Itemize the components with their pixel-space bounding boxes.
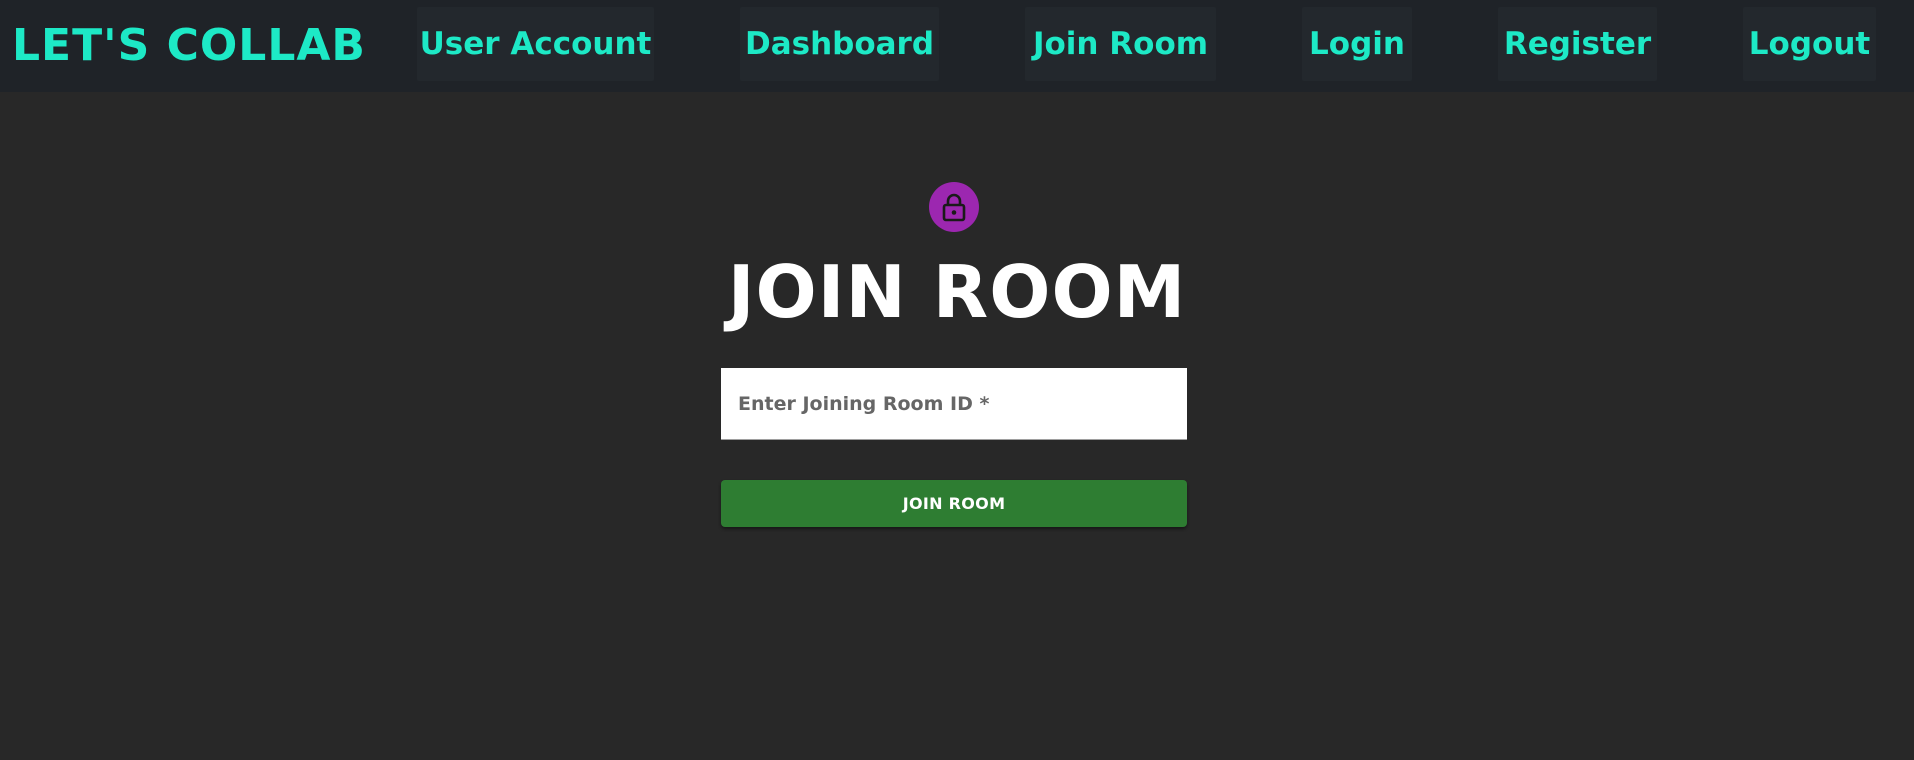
nav-item-user-account[interactable]: User Account	[417, 7, 654, 81]
nav-item-dashboard[interactable]: Dashboard	[740, 7, 939, 81]
lock-avatar	[929, 182, 979, 232]
lock-icon	[942, 193, 966, 222]
navbar: LET'S COLLAB User Account Dashboard Join…	[0, 0, 1914, 92]
join-room-button[interactable]: JOIN ROOM	[721, 480, 1187, 527]
nav-item-join-room[interactable]: Join Room	[1025, 7, 1216, 81]
page-title: JOIN ROOM	[727, 250, 1187, 334]
nav-item-register[interactable]: Register	[1498, 7, 1657, 81]
room-id-input[interactable]	[721, 368, 1187, 440]
brand-logo[interactable]: LET'S COLLAB	[12, 22, 366, 70]
nav-item-logout[interactable]: Logout	[1743, 7, 1876, 81]
nav-item-login[interactable]: Login	[1302, 7, 1412, 81]
